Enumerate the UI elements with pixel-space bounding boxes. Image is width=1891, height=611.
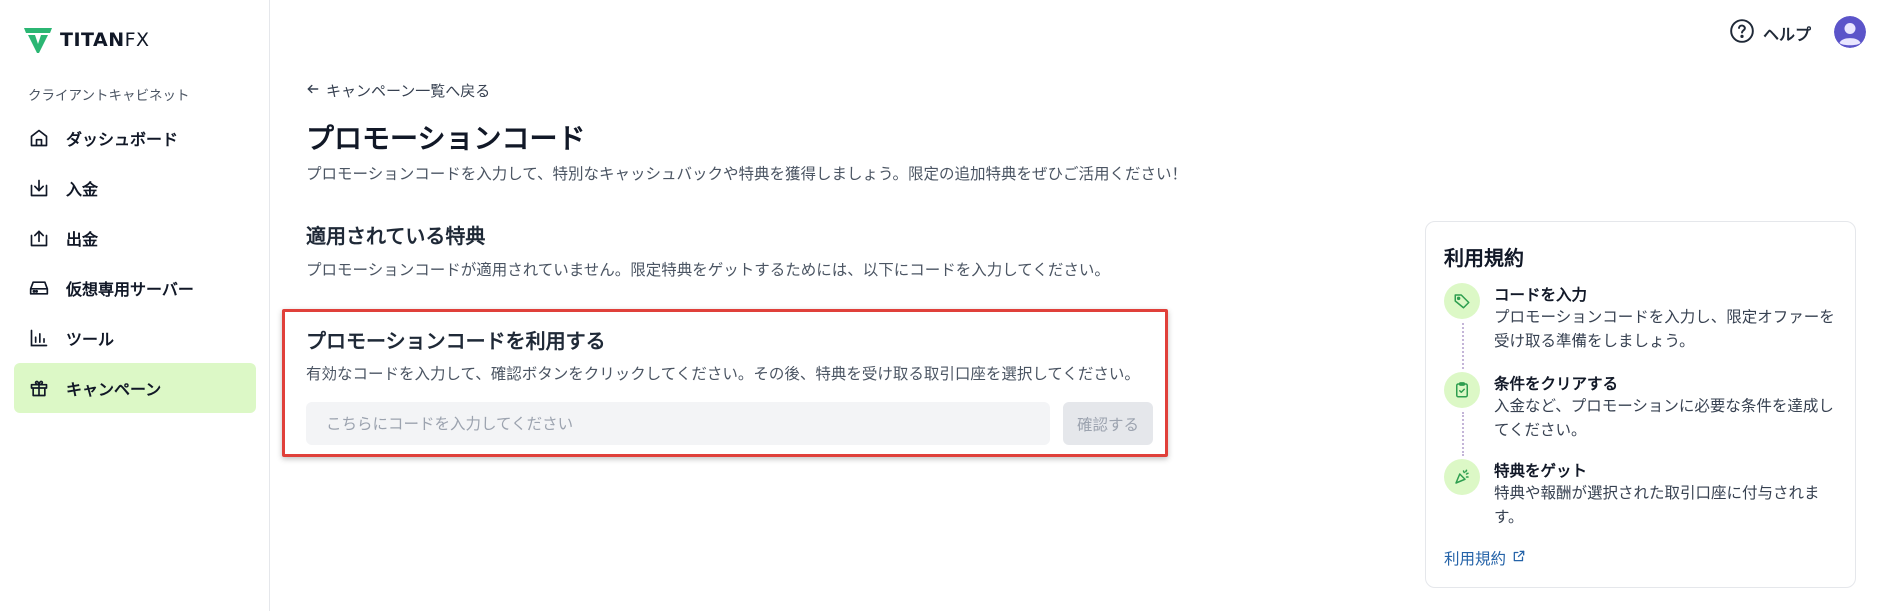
chart-icon bbox=[28, 327, 50, 349]
logo-text: TITANFX bbox=[60, 29, 150, 51]
sidebar-item-vps[interactable]: 仮想専用サーバー bbox=[14, 263, 256, 313]
terms-title: 利用規約 bbox=[1444, 246, 1524, 270]
sidebar-item-label: キャンペーン bbox=[66, 380, 162, 399]
confirm-button[interactable]: 確認する bbox=[1063, 402, 1153, 445]
deposit-icon bbox=[28, 177, 50, 199]
external-link-icon bbox=[1512, 549, 1526, 567]
sidebar: TITANFX クライアントキャビネット ダッシュボード 入金 出金 仮想専用サ… bbox=[0, 0, 270, 611]
user-avatar-icon[interactable] bbox=[1834, 16, 1866, 48]
logo-text-main: TITAN bbox=[60, 29, 125, 51]
step-description: プロモーションコードを入力し、限定オファーを受け取る準備をしましょう。 bbox=[1494, 308, 1835, 350]
sidebar-item-label: 入金 bbox=[66, 180, 99, 199]
step-title: 特典をゲット bbox=[1494, 462, 1588, 480]
logo-text-suffix: FX bbox=[124, 29, 150, 51]
titan-logo-icon bbox=[24, 28, 52, 53]
promo-code-input[interactable] bbox=[306, 402, 1050, 445]
home-icon bbox=[28, 127, 50, 149]
terms-link-label: 利用規約 bbox=[1444, 550, 1507, 568]
back-link-label: キャンペーン一覧へ戻る bbox=[326, 82, 491, 100]
applied-benefits-text: プロモーションコードが適用されていません。限定特典をゲットするためには、以下にコ… bbox=[306, 261, 1110, 279]
sidebar-item-label: 出金 bbox=[66, 230, 99, 249]
tag-icon bbox=[1444, 283, 1480, 319]
redeem-heading: プロモーションコードを利用する bbox=[306, 329, 606, 353]
terms-link[interactable]: 利用規約 bbox=[1444, 547, 1526, 569]
help-label: ヘルプ bbox=[1763, 25, 1812, 44]
sidebar-item-label: ダッシュボード bbox=[66, 130, 179, 149]
arrow-left-icon bbox=[306, 82, 320, 100]
terms-card: 利用規約 コードを入力 プロモーションコードを入力し、限定オファーを受け取る準備… bbox=[1425, 221, 1856, 588]
gift-icon bbox=[28, 377, 50, 399]
sidebar-nav: ダッシュボード 入金 出金 仮想専用サーバー ツール キャンペーン bbox=[14, 113, 256, 413]
withdraw-icon bbox=[28, 227, 50, 249]
logo[interactable]: TITANFX bbox=[22, 24, 150, 56]
sidebar-item-campaign[interactable]: キャンペーン bbox=[14, 363, 256, 413]
sidebar-item-label: 仮想専用サーバー bbox=[66, 280, 194, 299]
page-description: プロモーションコードを入力して、特別なキャッシュバックや特典を獲得しましょう。限… bbox=[306, 165, 1188, 183]
sidebar-item-withdraw[interactable]: 出金 bbox=[14, 213, 256, 263]
party-popper-icon bbox=[1444, 459, 1480, 495]
app-root: TITANFX クライアントキャビネット ダッシュボード 入金 出金 仮想専用サ… bbox=[0, 0, 1891, 611]
step-description: 入金など、プロモーションに必要な条件を達成してください。 bbox=[1494, 397, 1834, 439]
applied-benefits-heading: 適用されている特典 bbox=[306, 224, 486, 248]
question-circle-icon bbox=[1729, 18, 1755, 48]
redeem-text: 有効なコードを入力して、確認ボタンをクリックしてください。その後、特典を受け取る… bbox=[306, 365, 1140, 383]
step-title: コードを入力 bbox=[1494, 286, 1588, 304]
clipboard-check-icon bbox=[1444, 372, 1480, 408]
step-description: 特典や報酬が選択された取引口座に付与されます。 bbox=[1494, 484, 1820, 526]
server-icon bbox=[28, 277, 50, 299]
sidebar-item-dashboard[interactable]: ダッシュボード bbox=[14, 113, 256, 163]
step-connector bbox=[1462, 323, 1464, 369]
back-to-campaigns-link[interactable]: キャンペーン一覧へ戻る bbox=[306, 80, 490, 101]
sidebar-item-deposit[interactable]: 入金 bbox=[14, 163, 256, 213]
sidebar-item-tools[interactable]: ツール bbox=[14, 313, 256, 363]
page-title: プロモーションコード bbox=[306, 122, 586, 155]
sidebar-item-label: ツール bbox=[66, 330, 115, 349]
help-button[interactable]: ヘルプ bbox=[1729, 18, 1811, 48]
step-connector bbox=[1462, 412, 1464, 456]
step-title: 条件をクリアする bbox=[1494, 375, 1619, 393]
sidebar-section-label: クライアントキャビネット bbox=[28, 88, 190, 104]
